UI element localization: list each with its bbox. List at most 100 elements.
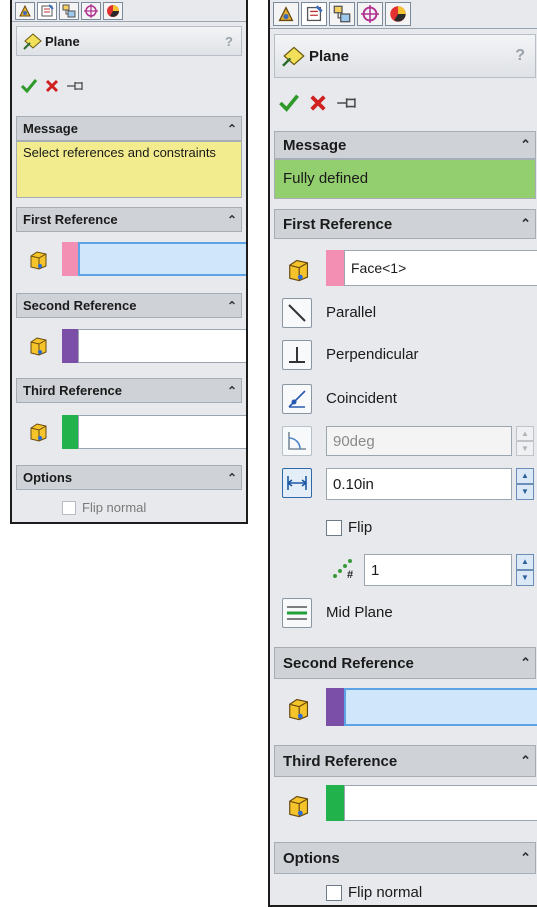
tab-display-manager[interactable] — [385, 2, 411, 26]
flip-normal-option[interactable]: Flip normal — [62, 500, 146, 515]
third-reference-input[interactable] — [78, 415, 246, 449]
message-box: Fully defined — [274, 159, 536, 199]
first-reference-label: First Reference — [23, 212, 118, 227]
pushpin-icon[interactable] — [336, 93, 362, 113]
face-cube-icon — [26, 420, 50, 444]
spin-up-icon[interactable]: ▲ — [516, 554, 534, 570]
tab-configuration-manager[interactable] — [59, 2, 79, 20]
angle-button[interactable] — [282, 426, 312, 456]
distance-icon — [287, 476, 307, 490]
collapse-chevron-icon[interactable]: ⌃ — [520, 850, 531, 866]
first-reference-label: First Reference — [283, 215, 393, 233]
property-manager-icon — [306, 5, 323, 22]
instances-input[interactable]: 1 — [364, 554, 512, 586]
action-buttons — [20, 78, 88, 94]
angle-input[interactable]: 90deg — [326, 426, 512, 456]
help-icon[interactable]: ? — [515, 47, 525, 65]
second-reference-color — [326, 688, 344, 726]
tab-feature-manager[interactable] — [15, 2, 35, 20]
coincident-icon — [288, 390, 306, 408]
flip-normal-checkbox[interactable] — [326, 884, 342, 901]
flip-normal-checkbox[interactable] — [62, 500, 76, 515]
third-reference-color — [62, 415, 78, 449]
manager-tabs — [12, 0, 246, 20]
tab-configuration-manager[interactable] — [329, 2, 355, 26]
collapse-chevron-icon[interactable]: ⌃ — [520, 753, 531, 769]
configuration-manager-icon — [333, 5, 351, 23]
face-cube-icon — [284, 256, 312, 284]
help-icon[interactable]: ? — [225, 34, 233, 49]
mid-plane-button[interactable] — [282, 598, 312, 628]
options-header[interactable]: Options ⌃ — [16, 465, 242, 490]
display-manager-icon — [390, 6, 406, 22]
tab-dimxpert-manager[interactable] — [357, 2, 383, 26]
action-buttons — [278, 93, 362, 113]
parallel-icon — [288, 304, 306, 322]
second-reference-label: Second Reference — [23, 298, 137, 313]
tab-display-manager[interactable] — [103, 2, 123, 20]
first-reference-header[interactable]: First Reference ⌃ — [274, 209, 536, 239]
collapse-chevron-icon[interactable]: ⌃ — [227, 213, 237, 227]
first-reference-color — [62, 242, 78, 276]
plane-icon — [23, 33, 42, 50]
third-reference-header[interactable]: Third Reference ⌃ — [274, 745, 536, 777]
angle-icon — [288, 432, 306, 450]
message-header[interactable]: Message ⌃ — [274, 131, 536, 159]
face-cube-icon — [284, 792, 312, 820]
message-header-label: Message — [23, 121, 78, 136]
cancel-x-icon[interactable] — [308, 93, 328, 113]
message-text: Select references and constraints — [23, 145, 216, 160]
perpendicular-button[interactable] — [282, 340, 312, 370]
right-property-manager: Plane ? Message ⌃ Fully defined First Re… — [268, 0, 537, 907]
angle-spinner[interactable]: ▲ ▼ — [516, 426, 534, 456]
flip-option[interactable]: Flip — [326, 519, 372, 536]
second-reference-header[interactable]: Second Reference ⌃ — [274, 647, 536, 679]
distance-spinner[interactable]: ▲ ▼ — [516, 468, 534, 500]
coincident-button[interactable] — [282, 384, 312, 414]
options-header[interactable]: Options ⌃ — [274, 842, 536, 874]
pushpin-icon[interactable] — [66, 78, 88, 94]
tab-property-manager[interactable] — [37, 2, 57, 20]
third-reference-input[interactable] — [344, 785, 537, 821]
first-reference-header[interactable]: First Reference ⌃ — [16, 207, 242, 232]
tab-feature-manager[interactable] — [273, 2, 299, 26]
second-reference-input[interactable] — [344, 688, 537, 726]
tab-divider — [12, 21, 246, 22]
face-cube-icon — [284, 695, 312, 723]
collapse-chevron-icon[interactable]: ⌃ — [520, 655, 531, 671]
spin-down-icon[interactable]: ▼ — [516, 570, 534, 586]
spin-down-icon[interactable]: ▼ — [516, 484, 534, 500]
spin-down-icon[interactable]: ▼ — [516, 441, 534, 456]
tab-property-manager[interactable] — [301, 2, 327, 26]
second-reference-label: Second Reference — [283, 654, 414, 672]
first-reference-input[interactable] — [78, 242, 246, 276]
collapse-chevron-icon[interactable]: ⌃ — [227, 384, 237, 398]
collapse-chevron-icon[interactable]: ⌃ — [227, 122, 237, 136]
cancel-x-icon[interactable] — [44, 78, 60, 94]
collapse-chevron-icon[interactable]: ⌃ — [520, 137, 531, 153]
first-reference-input[interactable]: Face<1> — [344, 250, 537, 286]
tab-dimxpert-manager[interactable] — [81, 2, 101, 20]
parallel-label: Parallel — [326, 304, 377, 321]
parallel-button[interactable] — [282, 298, 312, 328]
second-reference-input[interactable] — [78, 329, 246, 363]
flip-checkbox[interactable] — [326, 519, 342, 536]
coincident-label: Coincident — [326, 390, 397, 407]
collapse-chevron-icon[interactable]: ⌃ — [520, 216, 531, 232]
panel-title: Plane — [309, 47, 350, 65]
collapse-chevron-icon[interactable]: ⌃ — [227, 471, 237, 485]
flip-normal-option[interactable]: Flip normal — [326, 884, 422, 901]
ok-checkmark-icon[interactable] — [278, 93, 300, 113]
instances-spinner[interactable]: ▲ ▼ — [516, 554, 534, 586]
spin-up-icon[interactable]: ▲ — [516, 468, 534, 484]
ok-checkmark-icon[interactable] — [20, 78, 38, 94]
flip-normal-label: Flip normal — [348, 884, 423, 901]
spin-up-icon[interactable]: ▲ — [516, 426, 534, 441]
distance-input[interactable]: 0.10in — [326, 468, 512, 500]
message-header[interactable]: Message ⌃ — [16, 116, 242, 141]
third-reference-label: Third Reference — [23, 383, 122, 398]
collapse-chevron-icon[interactable]: ⌃ — [227, 299, 237, 313]
third-reference-header[interactable]: Third Reference ⌃ — [16, 378, 242, 403]
distance-button[interactable] — [282, 468, 312, 498]
second-reference-header[interactable]: Second Reference ⌃ — [16, 293, 242, 318]
